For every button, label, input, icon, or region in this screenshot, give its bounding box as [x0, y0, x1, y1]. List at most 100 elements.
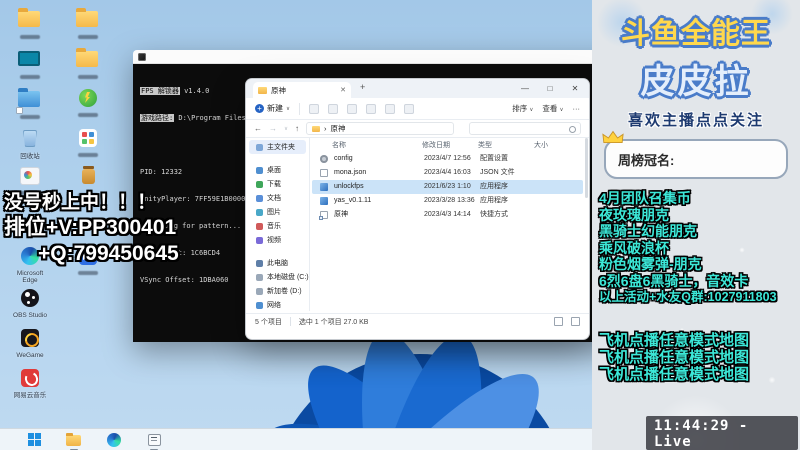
- edge-browser-icon: [107, 432, 121, 447]
- breadcrumb[interactable]: › 原神: [306, 122, 455, 135]
- explorer-tab[interactable]: 原神 ✕: [253, 82, 351, 98]
- desktop-icon-display[interactable]: [10, 48, 50, 79]
- taskbar-edge[interactable]: [106, 432, 122, 448]
- loop-announcements: 飞机点播任意模式地图 飞机点播任意模式地图 飞机点播任意模式地图: [599, 332, 800, 383]
- nav-item-network[interactable]: 网络: [246, 298, 309, 311]
- nav-item-this-pc[interactable]: 此电脑: [246, 256, 309, 270]
- panel-subtitle: 喜欢主播点点关注: [627, 112, 764, 129]
- home-icon: [256, 143, 263, 151]
- loop-line: 飞机点播任意模式地图: [599, 365, 750, 383]
- folder-icon: [76, 8, 100, 32]
- cut-icon[interactable]: [309, 103, 320, 114]
- desktop-icon-folder-3[interactable]: [68, 48, 108, 79]
- application-file-icon: [320, 183, 328, 191]
- nav-item-disk-c[interactable]: 本地磁盘 (C:): [246, 270, 309, 284]
- column-name[interactable]: 名称: [332, 140, 346, 150]
- up-button[interactable]: ↑: [295, 124, 299, 133]
- delete-icon[interactable]: [404, 103, 415, 114]
- activity-list: 4月团队召集币 夜玫瑰朋克 黑骑士幻能朋克 乘风破浪杯 粉色烟雾弹-朋克 6烈6…: [599, 190, 800, 306]
- column-date[interactable]: 修改日期: [422, 140, 450, 150]
- view-button[interactable]: 查看 ∨: [542, 103, 563, 114]
- desktop-icon-folder-blue[interactable]: [10, 88, 50, 119]
- console-app-icon: [138, 53, 146, 61]
- icon-label: WeGame: [16, 352, 44, 359]
- icon-label-blur: [78, 113, 98, 117]
- toolbar-divider: [299, 102, 301, 115]
- file-row-unlockfps-selected[interactable]: unlockfps 2021/6/23 1:10 应用程序: [312, 180, 583, 194]
- new-tab-button[interactable]: +: [360, 82, 365, 92]
- stream-ad-overlay: 没号秒上中！！！ 排位+V:PP300401 +Q:799450645: [4, 190, 179, 267]
- activity-line: 粉色烟雾弹-朋克: [599, 256, 702, 272]
- icon-label: 回收站: [20, 153, 40, 160]
- explorer-toolbar: + 新建 ∨ 排序 ∨ 查看 ∨ ···: [246, 98, 589, 120]
- rename-icon[interactable]: [366, 103, 377, 114]
- wegame-icon: [18, 329, 42, 350]
- console-title-bar[interactable]: — □ ✕: [133, 50, 640, 64]
- share-icon[interactable]: [385, 103, 396, 114]
- file-row-mona-json[interactable]: mona.json 2023/4/4 16:03 JSON 文件: [312, 166, 583, 180]
- minimize-button[interactable]: —: [519, 80, 531, 97]
- desktop-icon-netease-music[interactable]: 网易云音乐: [10, 368, 50, 399]
- desktop-icon-colorful-app[interactable]: [68, 128, 108, 157]
- clock-time: 11:44:29 - Live: [654, 418, 749, 450]
- recent-locations-icon[interactable]: ∨: [284, 126, 288, 132]
- desktop-icon-folder-2[interactable]: [68, 8, 108, 39]
- netease-music-icon: [18, 369, 42, 390]
- explorer-tab-bar: 原神 ✕ + — □ ✕: [246, 79, 589, 98]
- activity-line: 夜玫瑰朋克: [599, 206, 669, 223]
- paste-icon[interactable]: [347, 103, 358, 114]
- nav-item-pictures[interactable]: 图片: [246, 205, 309, 219]
- pictures-icon: [256, 208, 263, 216]
- file-row-genshin-shortcut[interactable]: 原神 2023/4/3 14:14 快捷方式: [312, 208, 583, 222]
- start-button[interactable]: [26, 432, 42, 448]
- scrollbar[interactable]: [585, 138, 588, 198]
- desktop-icon-obs[interactable]: OBS Studio: [10, 288, 50, 319]
- obs-studio-icon: [18, 289, 42, 310]
- taskbar-file-explorer[interactable]: [66, 432, 82, 450]
- monitor-icon: [18, 51, 42, 72]
- details-view-toggle-icon[interactable]: [554, 317, 563, 326]
- nav-item-desktop[interactable]: 桌面: [246, 163, 309, 177]
- desktop-icon-recycle-bin[interactable]: 回收站: [10, 128, 50, 160]
- live-clock-overlay: 11:44:29 - Live 2023/04/12 | WEDNESDAY: [646, 416, 798, 450]
- breadcrumb-separator: ›: [324, 124, 327, 133]
- taskbar-console[interactable]: [146, 432, 162, 450]
- sort-button[interactable]: 排序 ∨: [512, 103, 533, 114]
- breadcrumb-folder[interactable]: 原神: [331, 123, 346, 134]
- nav-item-music[interactable]: 音乐: [246, 219, 309, 233]
- close-button[interactable]: ✕: [569, 80, 581, 97]
- large-icons-view-toggle-icon[interactable]: [571, 317, 580, 326]
- column-size[interactable]: 大小: [534, 140, 548, 150]
- search-input[interactable]: [469, 122, 581, 135]
- desktop-icon-green-app[interactable]: [68, 88, 108, 117]
- network-icon: [256, 301, 263, 309]
- file-row-config[interactable]: config 2023/4/7 12:56 配置设置: [312, 152, 583, 166]
- explorer-address-row: ← → ∨ ↑ › 原神: [246, 120, 589, 138]
- desktop-icon-wegame[interactable]: WeGame: [10, 328, 50, 359]
- icon-label: 网易云音乐: [13, 392, 47, 399]
- activity-line-qq-group: 以上活动+水友Q群:1027911803: [599, 290, 777, 304]
- stream-side-panel: 斗鱼全能王 皮皮拉 喜欢主播点点关注 周榜冠名: 4月团队召集币 夜玫瑰朋克 黑…: [592, 0, 800, 450]
- chevron-down-icon: ∨: [529, 107, 534, 113]
- nav-item-documents[interactable]: 文档: [246, 191, 309, 205]
- copy-icon[interactable]: [328, 103, 339, 114]
- maximize-button[interactable]: □: [544, 80, 556, 97]
- more-options-button[interactable]: ···: [573, 104, 581, 113]
- loop-line: 飞机点播任意模式地图: [599, 331, 750, 349]
- nav-item-home[interactable]: 主文件夹: [249, 140, 306, 154]
- ad-line-1: 没号秒上中！！！: [4, 192, 157, 213]
- console-window-icon: [147, 433, 161, 446]
- icon-label: Microsoft Edge: [16, 270, 44, 284]
- desktop-icon-folder-1[interactable]: [10, 8, 50, 39]
- file-row-yas[interactable]: yas_v0.1.11 2023/3/28 13:36 应用程序: [312, 194, 583, 208]
- new-button[interactable]: + 新建 ∨: [255, 103, 290, 114]
- forward-button[interactable]: →: [269, 124, 277, 133]
- nav-item-videos[interactable]: 视频: [246, 233, 309, 247]
- back-button[interactable]: ←: [254, 124, 262, 133]
- nav-item-disk-d[interactable]: 新加卷 (D:): [246, 284, 309, 298]
- this-pc-icon: [256, 259, 263, 267]
- column-type[interactable]: 类型: [478, 140, 492, 150]
- tab-close-icon[interactable]: ✕: [340, 86, 346, 94]
- weekly-sponsor-label: 周榜冠名:: [618, 152, 675, 168]
- nav-item-downloads[interactable]: 下载: [246, 177, 309, 191]
